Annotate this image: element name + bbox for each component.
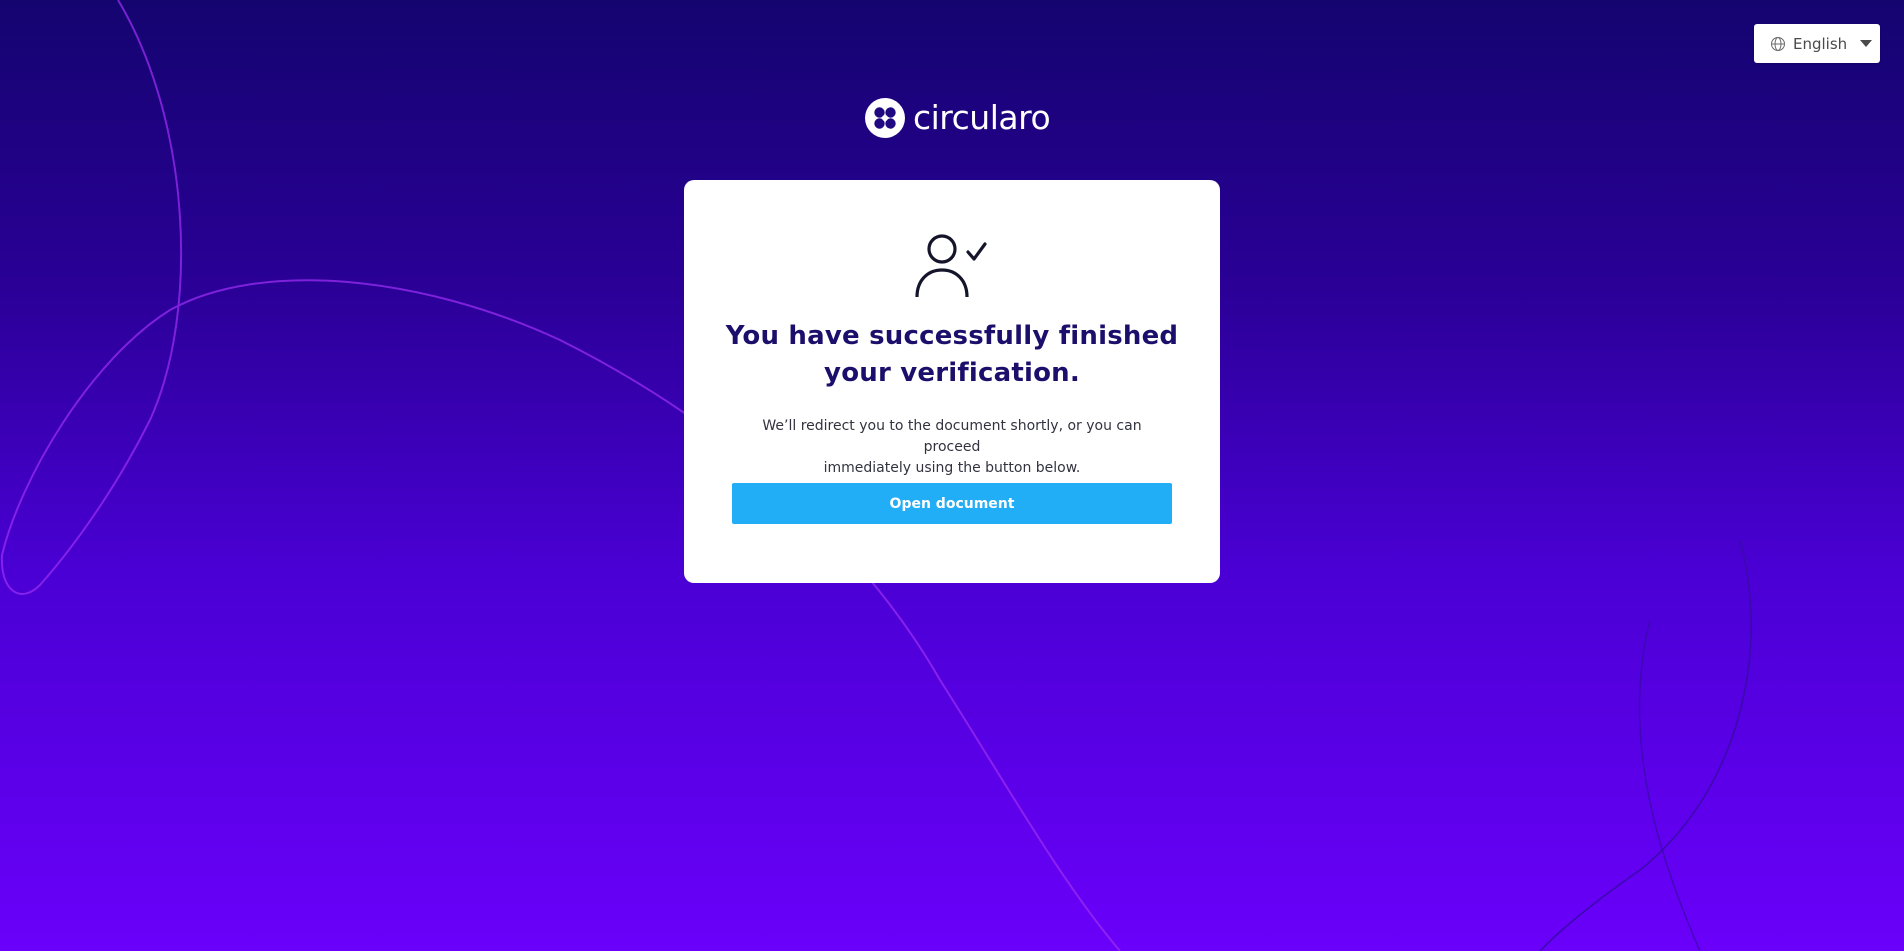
redirect-message: We’ll redirect you to the document short… — [744, 416, 1160, 479]
globe-icon — [1771, 36, 1785, 51]
page-title: You have successfully finished your veri… — [684, 318, 1220, 392]
user-check-icon — [915, 234, 987, 298]
language-selector[interactable]: English — [1754, 24, 1880, 63]
title-line-2: your verification. — [824, 358, 1080, 388]
message-line-1: We’ll redirect you to the document short… — [762, 418, 1142, 455]
caret-down-icon — [1860, 40, 1873, 47]
brand-name: circularo — [913, 98, 1051, 137]
open-document-button[interactable]: Open document — [732, 483, 1172, 524]
circularo-logo-icon — [865, 98, 905, 138]
language-label: English — [1793, 34, 1848, 53]
circularo-logo: circularo — [865, 98, 1051, 138]
title-line-1: You have successfully finished — [725, 321, 1179, 351]
message-line-2: immediately using the button below. — [823, 460, 1081, 476]
verification-card: You have successfully finished your veri… — [684, 180, 1220, 583]
